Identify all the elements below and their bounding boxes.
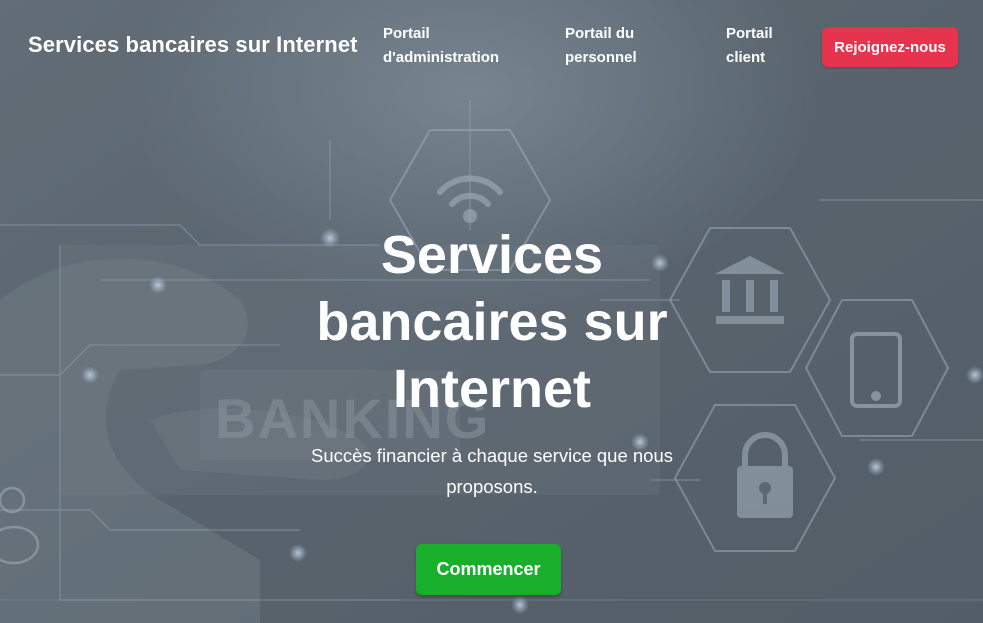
nav-link-staff-portal[interactable]: Portail du personnel xyxy=(565,22,675,70)
join-us-button[interactable]: Rejoignez-nous xyxy=(822,27,958,67)
top-navigation: Services bancaires sur Internet Portail … xyxy=(0,0,983,95)
nav-link-admin-portal[interactable]: Portail d'administration xyxy=(383,22,533,70)
nav-link-client-portal[interactable]: Portail client xyxy=(726,22,796,70)
brand-title[interactable]: Services bancaires sur Internet xyxy=(28,32,358,58)
get-started-button[interactable]: Commencer xyxy=(416,544,561,595)
hero-title: Services bancaires sur Internet xyxy=(316,225,668,419)
hero-subtitle: Succès financier à chaque service que no… xyxy=(311,445,673,497)
